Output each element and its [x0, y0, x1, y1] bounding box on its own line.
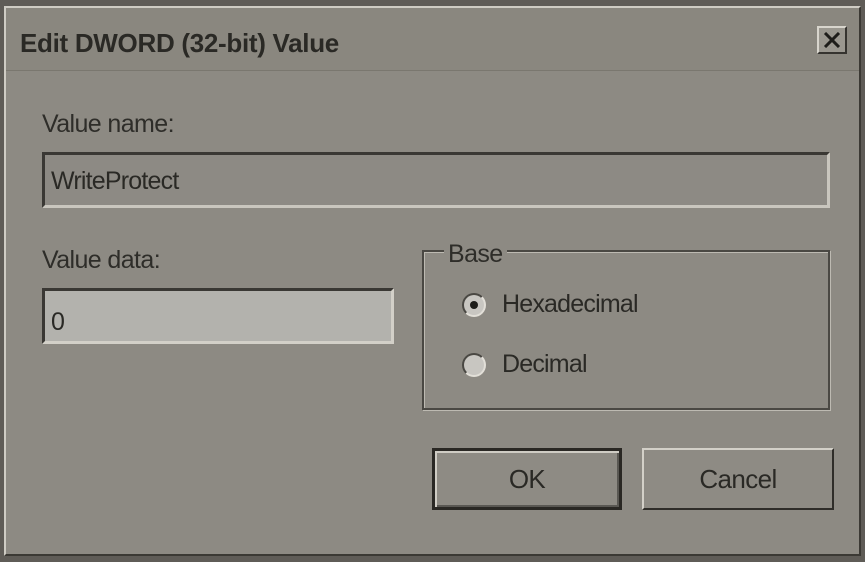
base-group-label: Base: [444, 240, 507, 269]
radio-selected-dot: [470, 300, 478, 309]
hexadecimal-label: Hexadecimal: [502, 290, 639, 318]
cancel-button[interactable]: Cancel: [642, 448, 834, 510]
base-groupbox: [422, 250, 830, 410]
value-data-label: Value data:: [42, 246, 161, 274]
hexadecimal-radio-option[interactable]: Hexadecimal: [462, 290, 639, 319]
decimal-label: Decimal: [502, 350, 588, 378]
edit-dword-dialog: Edit DWORD (32-bit) Value Value name: Wr…: [4, 6, 861, 556]
decimal-radio-option[interactable]: Decimal: [462, 350, 588, 379]
close-icon: [823, 32, 841, 48]
dialog-title: Edit DWORD (32-bit) Value: [20, 28, 339, 58]
hexadecimal-radio-button[interactable]: [462, 292, 486, 317]
decimal-radio-button[interactable]: [462, 352, 486, 377]
title-bar[interactable]: Edit DWORD (32-bit) Value: [6, 8, 859, 71]
ok-button[interactable]: OK: [432, 448, 622, 510]
close-button[interactable]: [817, 26, 847, 54]
value-data-input[interactable]: [42, 288, 394, 344]
value-name-label: Value name:: [42, 110, 175, 138]
value-name-field: WriteProtect: [42, 152, 830, 208]
